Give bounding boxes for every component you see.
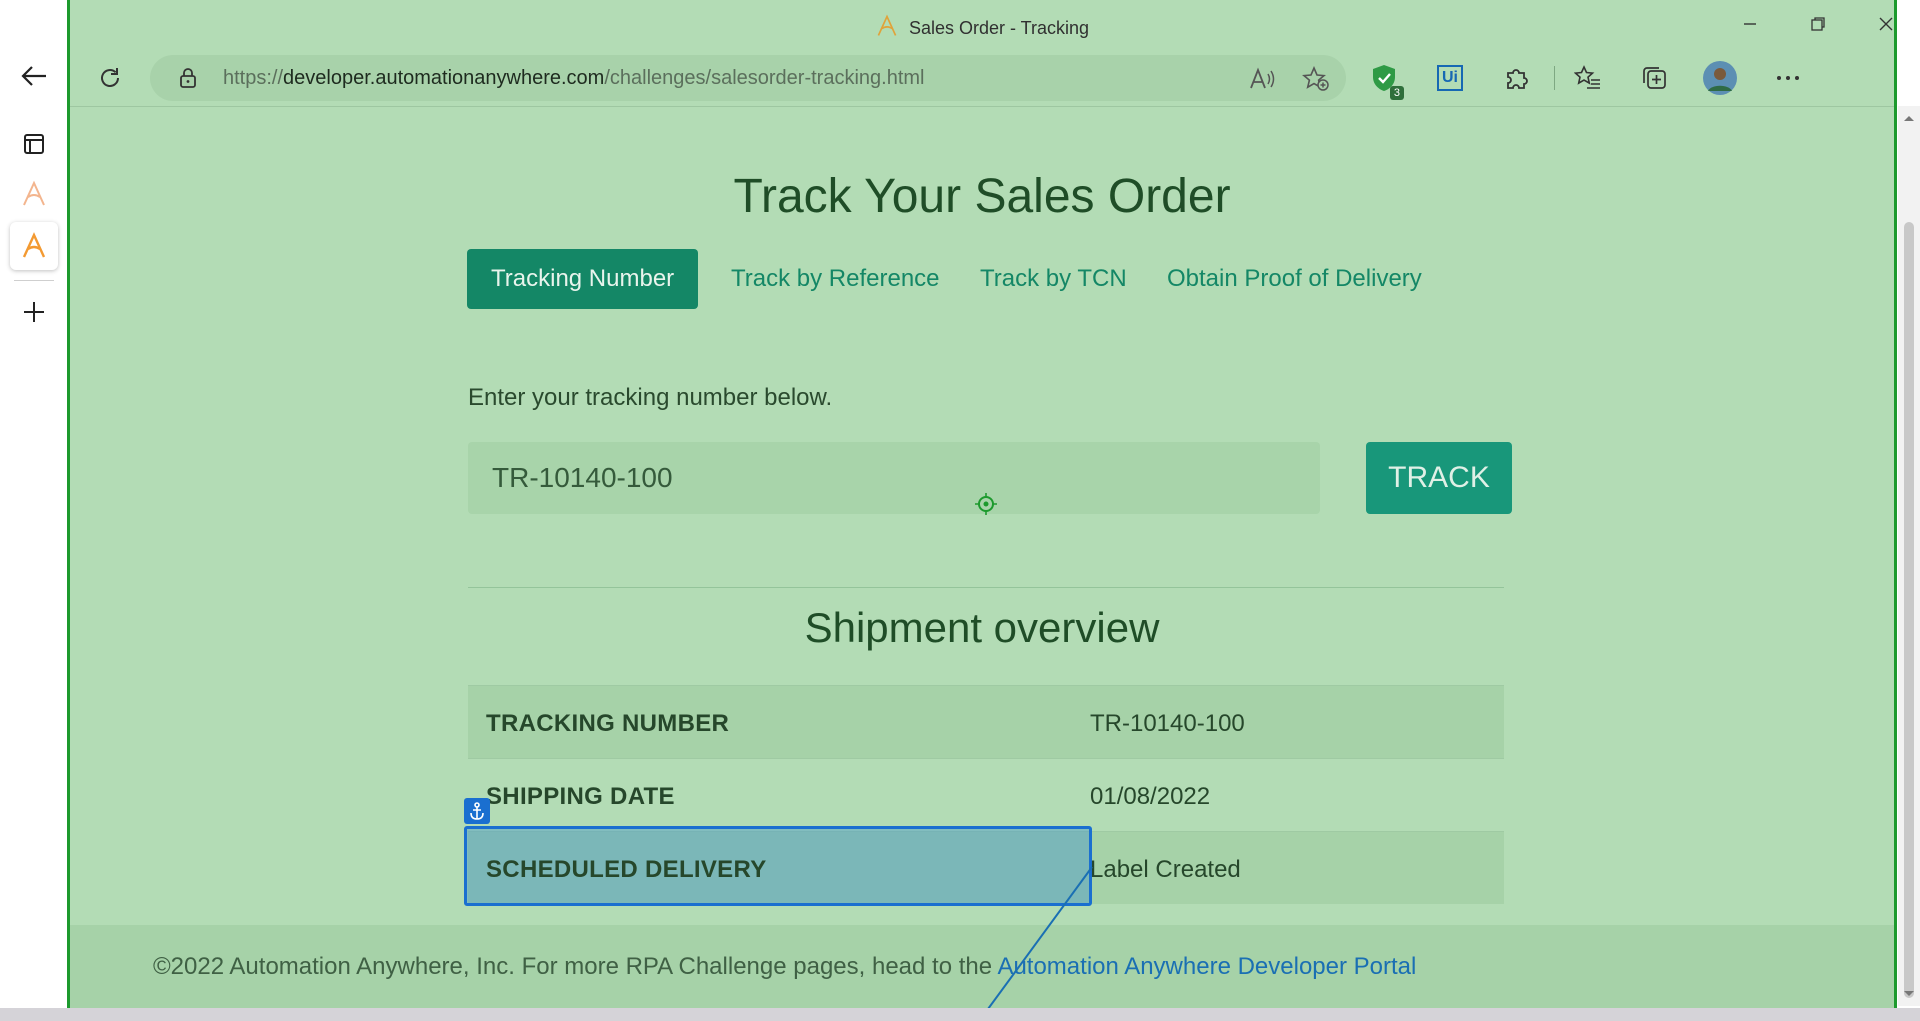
- footer-text: ©2022 Automation Anywhere, Inc. For more…: [153, 953, 1416, 981]
- tracking-prompt: Enter your tracking number below.: [468, 384, 833, 411]
- read-aloud-button[interactable]: [1248, 65, 1276, 93]
- anchor-icon: [470, 802, 484, 820]
- developer-portal-link[interactable]: Automation Anywhere Developer Portal: [997, 953, 1416, 980]
- close-button[interactable]: [1866, 6, 1906, 42]
- automation-anywhere-logo-icon: [22, 232, 46, 258]
- lock-icon: [180, 68, 196, 88]
- extensions-button[interactable]: [1498, 60, 1534, 96]
- track-button[interactable]: TRACK: [1366, 442, 1512, 514]
- tracking-number-input[interactable]: TR-10140-100: [468, 442, 1320, 514]
- row-label-shipping-date: SHIPPING DATE: [486, 783, 675, 810]
- vertical-tabs-sidebar: [0, 0, 68, 1021]
- extension-badge-count: 3: [1389, 86, 1404, 100]
- scrollbar-thumb[interactable]: [1904, 222, 1914, 998]
- new-tab-button[interactable]: [10, 288, 58, 336]
- scroll-up-arrow-icon[interactable]: [1903, 114, 1915, 122]
- url-scheme: https://: [223, 67, 284, 89]
- page-footer: ©2022 Automation Anywhere, Inc. For more…: [70, 925, 1894, 1009]
- puzzle-icon: [1507, 69, 1528, 89]
- ellipsis-icon: [1777, 76, 1799, 80]
- refresh-icon: [101, 68, 119, 87]
- url-text: https://developer.automationanywhere.com…: [223, 67, 925, 90]
- row-label-scheduled-delivery: SCHEDULED DELIVERY: [486, 856, 767, 883]
- browser-toolbar: https://developer.automationanywhere.com…: [70, 50, 1894, 107]
- star-add-icon: [1302, 66, 1329, 91]
- plus-icon: [24, 302, 44, 322]
- collections-icon: [1643, 67, 1666, 89]
- profile-button[interactable]: [1702, 60, 1738, 96]
- footer-copyright: ©2022 Automation Anywhere, Inc. For more…: [153, 953, 998, 980]
- automation-anywhere-logo-icon: [23, 180, 45, 206]
- shipment-overview-heading: Shipment overview: [804, 604, 1160, 651]
- favorites-button[interactable]: [1570, 60, 1606, 96]
- uipath-extension-button[interactable]: Ui: [1432, 60, 1468, 96]
- section-divider: [468, 587, 1504, 588]
- shipment-overview-table: TRACKING NUMBER TR-10140-100 SHIPPING DA…: [464, 685, 1504, 906]
- taskbar-strip: [0, 1008, 1920, 1021]
- toolbar-separator: [1554, 66, 1555, 90]
- page-content: Track Your Sales Order Tracking Number T…: [70, 107, 1894, 1009]
- table-row: SCHEDULED DELIVERY Label Created: [464, 798, 1504, 906]
- uipath-icon: Ui: [1437, 65, 1463, 91]
- minimize-button[interactable]: [1730, 6, 1770, 42]
- read-aloud-icon: [1250, 67, 1275, 89]
- row-value-tracking-number: TR-10140-100: [1090, 710, 1245, 737]
- refresh-button[interactable]: [92, 60, 128, 96]
- window-title: Sales Order - Tracking: [70, 14, 1894, 39]
- tab-actions-icon: [24, 134, 44, 154]
- crosshair-target-icon: [975, 493, 997, 515]
- vertical-tab-1[interactable]: [10, 170, 58, 218]
- restore-button[interactable]: [1798, 6, 1838, 42]
- minimize-icon: [1744, 23, 1756, 25]
- tab-obtain-proof-of-delivery[interactable]: Obtain Proof of Delivery: [1167, 249, 1422, 309]
- scroll-down-arrow-icon[interactable]: [1903, 990, 1915, 998]
- tab-track-by-tcn[interactable]: Track by TCN: [980, 249, 1127, 309]
- back-arrow-icon: [21, 66, 46, 86]
- collections-button[interactable]: [1636, 60, 1672, 96]
- sidebar-divider: [14, 280, 54, 281]
- automation-anywhere-logo-icon: [877, 14, 897, 36]
- url-path: /challenges/salesorder-tracking.html: [604, 67, 925, 89]
- url-host: developer.automationanywhere.com: [283, 67, 605, 89]
- tab-tracking-number[interactable]: Tracking Number: [467, 249, 699, 309]
- title-bar: Sales Order - Tracking: [70, 0, 1894, 50]
- back-button[interactable]: [10, 52, 58, 100]
- tab-track-by-reference[interactable]: Track by Reference: [731, 249, 940, 309]
- avatar-icon: [1703, 61, 1737, 95]
- row-label-tracking-number: TRACKING NUMBER: [486, 710, 730, 737]
- settings-more-button[interactable]: [1770, 60, 1806, 96]
- favorites-list-icon: [1574, 65, 1600, 89]
- restore-icon: [1811, 17, 1825, 31]
- row-value-scheduled-delivery: Label Created: [1090, 856, 1241, 883]
- page-title: Track Your Sales Order: [733, 170, 1231, 223]
- browser-window: Sales Order - Tracking https://developer…: [67, 0, 1897, 1009]
- security-extension-button[interactable]: 3: [1366, 60, 1404, 100]
- add-favorite-button[interactable]: [1302, 65, 1330, 93]
- vertical-tab-2-active[interactable]: [10, 222, 58, 270]
- table-row: SHIPPING DATE 01/08/2022: [468, 758, 1504, 831]
- table-row: TRACKING NUMBER TR-10140-100: [468, 685, 1504, 758]
- screen: Sales Order - Tracking https://developer…: [0, 0, 1920, 1021]
- window-title-text: Sales Order - Tracking: [908, 18, 1090, 38]
- close-icon: [1879, 17, 1893, 31]
- anchor-tag[interactable]: [464, 798, 490, 824]
- row-value-shipping-date: 01/08/2022: [1090, 783, 1211, 810]
- address-bar[interactable]: https://developer.automationanywhere.com…: [150, 55, 1346, 101]
- tab-actions-button[interactable]: [10, 120, 58, 168]
